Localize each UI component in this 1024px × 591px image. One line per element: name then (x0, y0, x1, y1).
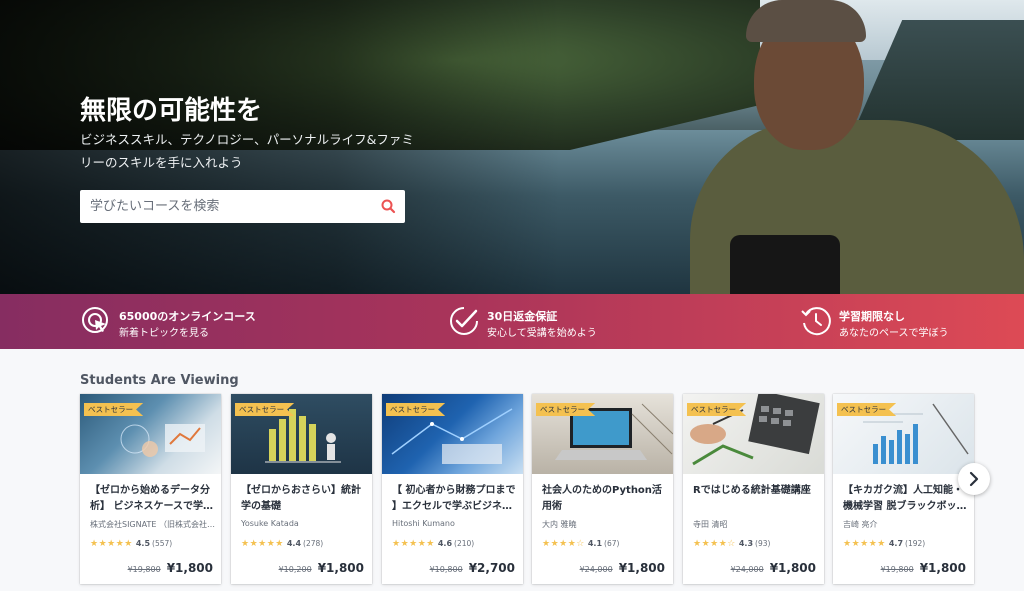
rating-count: (210) (454, 539, 475, 548)
carousel-next-button[interactable] (958, 463, 990, 495)
course-author: 大内 雅曉 (542, 520, 577, 529)
star-rating-icon: ★★★★☆ (542, 539, 585, 549)
course-rating: ★★★★★ 4.6 (210) (392, 539, 474, 549)
feature-subtitle: 安心して受講を始めよう (487, 328, 597, 339)
sale-price: ¥1,800 (166, 561, 213, 575)
rating-value: 4.6 (437, 539, 453, 548)
course-rating: ★★★★★ 4.7 (192) (843, 539, 925, 549)
course-price: ¥19,800 ¥1,800 (881, 557, 966, 576)
course-rating: ★★★★★ 4.4 (278) (241, 539, 323, 549)
chevron-right-icon (958, 471, 990, 499)
rating-count: (67) (604, 539, 620, 548)
course-title: 【キカガク流】人工知能・機械学習 脱ブラックボッ… (843, 485, 967, 512)
course-author: 吉崎 亮介 (843, 520, 878, 529)
star-rating-icon: ★★★★★ (90, 539, 133, 549)
search-icon[interactable] (380, 198, 397, 215)
value-proposition-bar: 65000のオンラインコース 新着トピックを見る 30日返金保証 安心して受講を… (0, 294, 1024, 349)
course-price: ¥24,000 ¥1,800 (580, 557, 665, 576)
original-price: ¥10,800 (429, 565, 463, 574)
original-price: ¥24,000 (579, 565, 613, 574)
star-rating-icon: ★★★★★ (392, 539, 435, 549)
section-title: Students Are Viewing (80, 373, 239, 388)
rating-count: (557) (152, 539, 173, 548)
course-author: Hitoshi Kumano (392, 519, 455, 528)
course-carousel: ベストセラー 【ゼロから始めるデータ分析】 ビジネスケースで学… 株式会社SIG… (80, 394, 980, 591)
clock-history-icon (800, 305, 832, 337)
original-price: ¥24,000 (730, 565, 764, 574)
sale-price: ¥1,800 (317, 561, 364, 575)
course-card[interactable]: ベストセラー 【ゼロからおさらい】統計学の基礎 Yosuke Katada ★★… (231, 394, 372, 584)
rating-value: 4.3 (738, 539, 754, 548)
rating-value: 4.1 (587, 539, 603, 548)
hero-subtitle: ビジネススキル、テクノロジー、パーソナルライフ&ファミリーのスキルを手に入れよう (80, 132, 414, 170)
rating-value: 4.5 (135, 539, 151, 548)
search-input[interactable] (80, 190, 370, 223)
hero-title: 無限の可能性を (80, 96, 263, 126)
feature-title: 65000のオンラインコース (119, 310, 256, 323)
course-title: 【ゼロから始めるデータ分析】 ビジネスケースで学… (90, 485, 213, 512)
rating-count: (278) (303, 539, 324, 548)
hero-banner: 無限の可能性を ビジネススキル、テクノロジー、パーソナルライフ&ファミリーのスキ… (0, 0, 1024, 294)
checkmark-badge-icon (448, 305, 480, 337)
course-card[interactable]: ベストセラー 【ゼロから始めるデータ分析】 ビジネスケースで学… 株式会社SIG… (80, 394, 221, 584)
feature-subtitle: あなたのペースで学ぼう (839, 328, 949, 339)
star-rating-icon: ★★★★☆ (693, 539, 736, 549)
rating-count: (93) (755, 539, 771, 548)
course-card[interactable]: ベストセラー 【 初心者から財務プロまで 】エクセルで学ぶビジネ… Hitosh… (382, 394, 523, 584)
bestseller-badge: ベストセラー (536, 403, 596, 416)
bestseller-badge: ベストセラー (84, 403, 144, 416)
course-price: ¥24,000 ¥1,800 (731, 557, 816, 576)
course-price: ¥10,800 ¥2,700 (430, 557, 515, 576)
original-price: ¥19,800 (880, 565, 914, 574)
sale-price: ¥1,800 (618, 561, 665, 575)
feature-subtitle: 新着トピックを見る (119, 328, 209, 339)
course-title: Rではじめる統計基礎講座 (693, 485, 811, 496)
feature-title: 学習期限なし (839, 310, 905, 323)
hero-person-image (690, 0, 1024, 294)
bestseller-badge: ベストセラー (687, 403, 747, 416)
sale-price: ¥2,700 (468, 561, 515, 575)
course-card[interactable]: ベストセラー 【キカガク流】人工知能・機械学習 脱ブラックボッ… 吉崎 亮介 ★… (833, 394, 974, 584)
star-rating-icon: ★★★★★ (241, 539, 284, 549)
rating-count: (192) (905, 539, 926, 548)
course-price: ¥19,800 ¥1,800 (128, 557, 213, 576)
star-rating-icon: ★★★★★ (843, 539, 886, 549)
original-price: ¥19,800 (127, 565, 161, 574)
course-rating: ★★★★☆ 4.3 (93) (693, 539, 770, 549)
course-title: 【ゼロからおさらい】統計学の基礎 (241, 485, 361, 512)
course-card[interactable]: ベストセラー 社会人のためのPython活用術 大内 雅曉 ★★★★☆ 4.1 (6… (532, 394, 673, 584)
bestseller-badge: ベストセラー (235, 403, 295, 416)
course-title: 【 初心者から財務プロまで 】エクセルで学ぶビジネ… (392, 485, 516, 512)
rating-value: 4.7 (888, 539, 904, 548)
course-author: Yosuke Katada (241, 519, 299, 528)
sale-price: ¥1,800 (769, 561, 816, 575)
sale-price: ¥1,800 (919, 561, 966, 575)
course-price: ¥10,200 ¥1,800 (279, 557, 364, 576)
feature-title: 30日返金保証 (487, 310, 558, 323)
search-bar (80, 190, 405, 223)
original-price: ¥10,200 (278, 565, 312, 574)
course-author: 株式会社SIGNATE （旧株式会社… (90, 520, 215, 529)
rating-value: 4.4 (286, 539, 302, 548)
course-rating: ★★★★☆ 4.1 (67) (542, 539, 619, 549)
course-card[interactable]: ベストセラー Rではじめる統計基礎講座 寺田 清昭 ★★★★☆ 4.3 (93) ¥… (683, 394, 824, 584)
course-author: 寺田 清昭 (693, 520, 728, 529)
bestseller-badge: ベストセラー (837, 403, 897, 416)
cursor-click-icon (80, 305, 112, 337)
course-title: 社会人のためのPython活用術 (542, 485, 662, 512)
bestseller-badge: ベストセラー (386, 403, 446, 416)
course-rating: ★★★★★ 4.5 (557) (90, 539, 172, 549)
